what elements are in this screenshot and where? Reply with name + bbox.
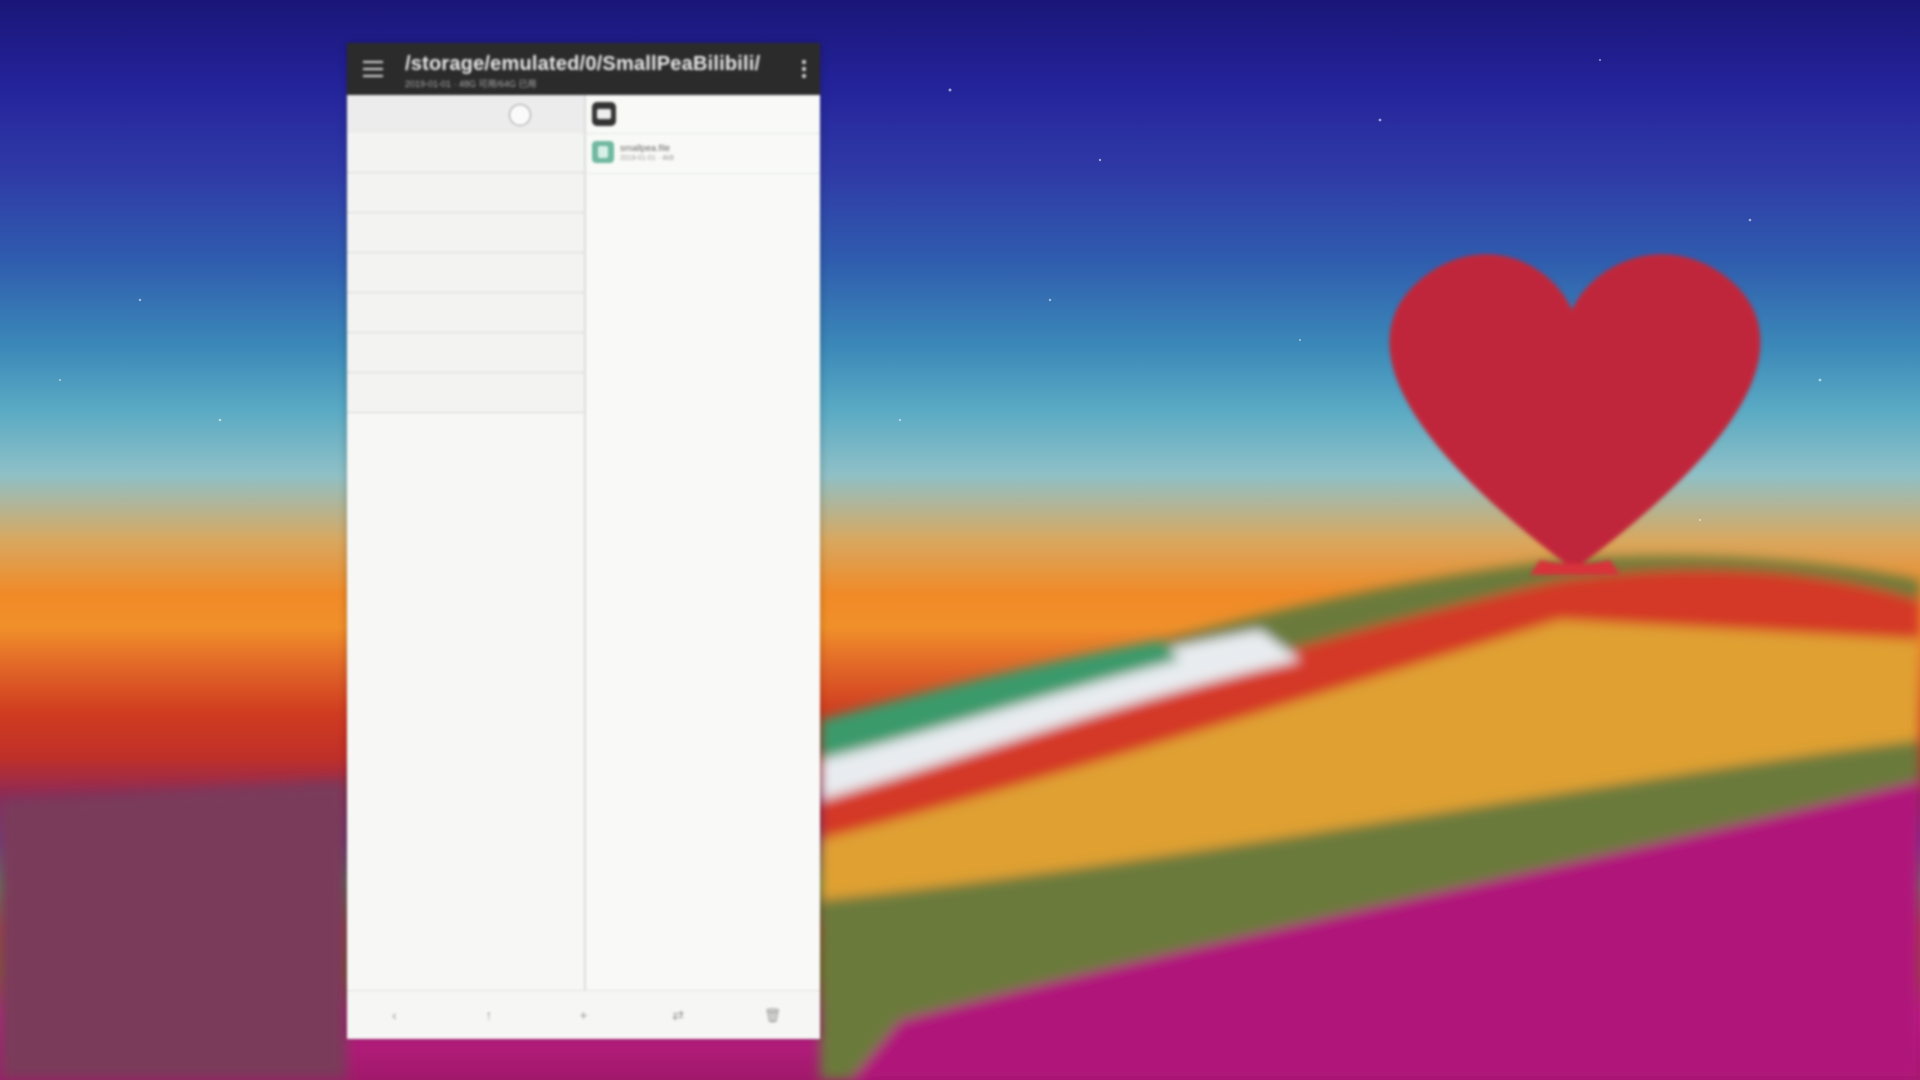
- delete-icon[interactable]: 🗑: [758, 1007, 788, 1024]
- file-name: smallpea.file: [620, 143, 671, 153]
- title-bar: /storage/emulated/0/SmallPeaBilibili/ 20…: [347, 43, 820, 95]
- list-item[interactable]: [347, 253, 584, 293]
- up-icon[interactable]: ↑: [474, 1007, 504, 1023]
- storage-info: 2019-01-01 · 48G 可用/64G 已用: [405, 79, 537, 89]
- add-icon[interactable]: +: [568, 1007, 598, 1023]
- list-item[interactable]: [347, 133, 584, 173]
- menu-icon[interactable]: [363, 61, 383, 77]
- list-item[interactable]: [347, 213, 584, 253]
- left-pane-header: [347, 95, 584, 133]
- file-manager-window: /storage/emulated/0/SmallPeaBilibili/ 20…: [347, 43, 820, 1039]
- current-path-title: /storage/emulated/0/SmallPeaBilibili/: [405, 53, 761, 75]
- left-pane: [347, 95, 586, 990]
- back-icon[interactable]: ‹: [379, 1007, 409, 1023]
- list-item[interactable]: [347, 333, 584, 373]
- wallpaper-hill: [0, 254, 1920, 1080]
- right-pane-header: [586, 95, 820, 134]
- list-item[interactable]: [347, 293, 584, 333]
- list-item[interactable]: [347, 373, 584, 413]
- swap-icon[interactable]: ⇄: [663, 1007, 693, 1024]
- file-icon: [592, 141, 614, 163]
- bottom-toolbar: ‹ ↑ + ⇄ 🗑: [347, 990, 820, 1039]
- file-row[interactable]: smallpea.file 2019-01-01 · 4kB: [586, 133, 820, 174]
- file-meta: 2019-01-01 · 4kB: [620, 155, 675, 162]
- left-pane-list: [347, 133, 584, 413]
- right-pane: smallpea.file 2019-01-01 · 4kB: [586, 95, 820, 990]
- list-item[interactable]: [347, 173, 584, 213]
- select-radio[interactable]: [509, 104, 531, 126]
- overflow-menu-icon[interactable]: [802, 60, 806, 78]
- sd-card-icon[interactable]: [592, 102, 616, 126]
